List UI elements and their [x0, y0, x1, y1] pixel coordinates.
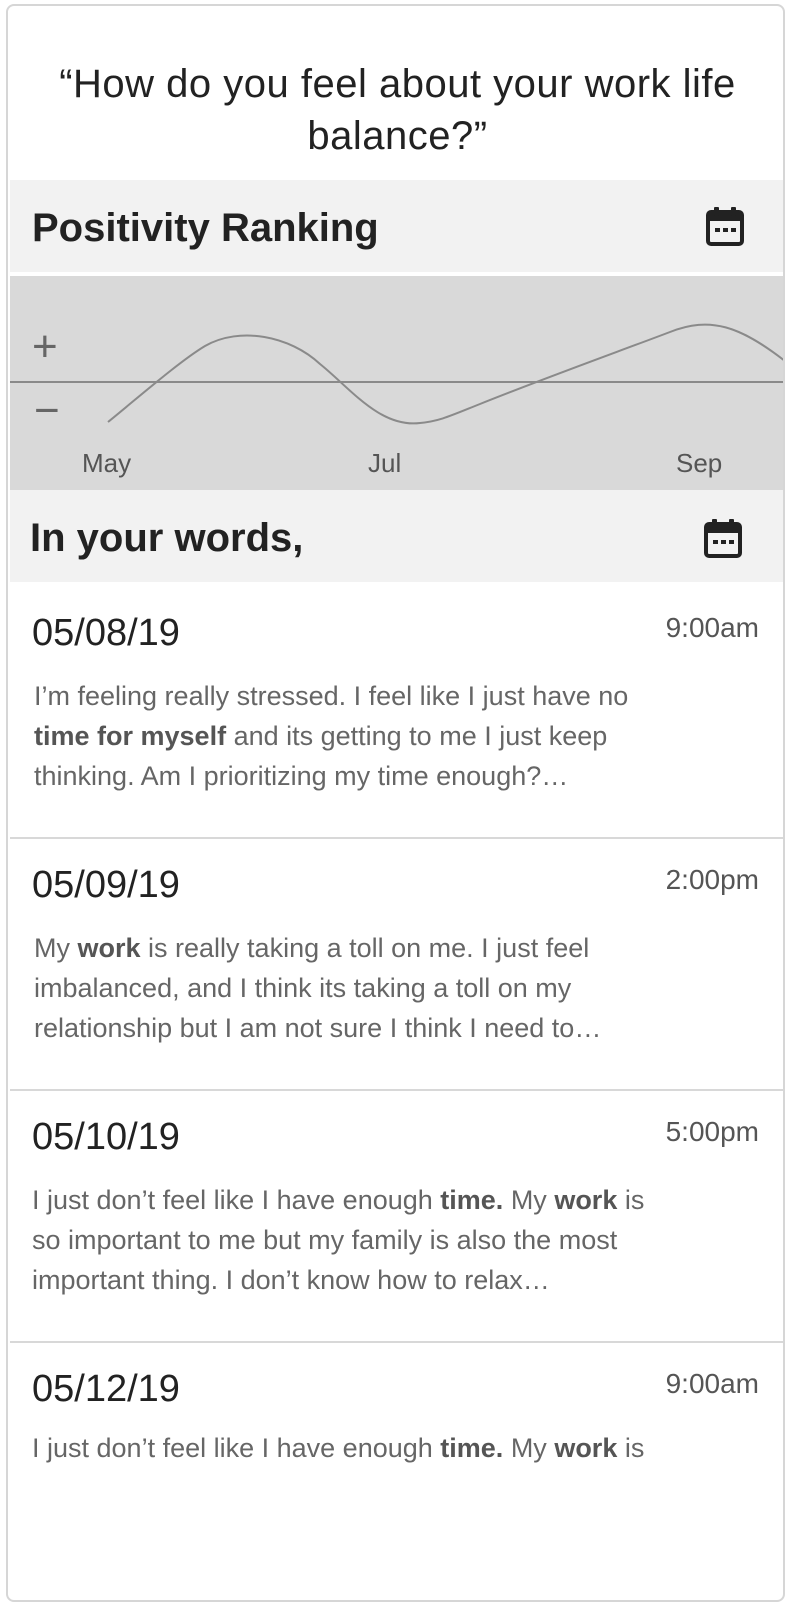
excerpt-text: I just don’t feel like I have enough [32, 1433, 441, 1463]
highlighted-keyword: work [77, 933, 141, 963]
positive-indicator: + [32, 322, 58, 371]
entry-excerpt: I just don’t feel like I have enough tim… [32, 1428, 672, 1468]
words-title: In your words, [30, 516, 304, 560]
entry-time: 9:00am [665, 612, 759, 643]
excerpt-text: I just don’t feel like I have enough [32, 1185, 441, 1215]
highlighted-keyword: time. [440, 1433, 504, 1463]
journal-entry[interactable]: 05/09/19 2:00pm My work is really taking… [10, 834, 783, 1091]
entry-time: 9:00am [665, 1368, 759, 1399]
entry-date: 05/09/19 [32, 864, 180, 906]
entry-date: 05/08/19 [32, 612, 180, 654]
entry-excerpt: I’m feeling really stressed. I feel like… [34, 676, 674, 796]
journal-entry[interactable]: 05/10/19 5:00pm I just don’t feel like I… [10, 1086, 783, 1343]
words-header: In your words, [10, 490, 783, 582]
highlighted-keyword: work [554, 1433, 618, 1463]
excerpt-text: I’m feeling really stressed. I feel like… [34, 681, 629, 711]
entry-time: 2:00pm [665, 864, 759, 895]
excerpt-text: My [503, 1185, 555, 1215]
highlighted-keyword: work [554, 1185, 618, 1215]
entry-time: 5:00pm [665, 1116, 759, 1147]
highlighted-keyword: time. [440, 1185, 504, 1215]
entry-date: 05/10/19 [32, 1116, 180, 1158]
month-label-sep: Sep [676, 448, 723, 478]
excerpt-text: My [503, 1433, 555, 1463]
entry-excerpt: I just don’t feel like I have enough tim… [32, 1180, 672, 1300]
journal-entry[interactable]: 05/12/19 9:00am I just don’t feel like I… [10, 1338, 783, 1595]
positivity-chart: + − May Jul Sep [10, 276, 783, 498]
calendar-icon[interactable] [706, 206, 744, 246]
app-frame: “How do you feel about your work life ba… [6, 4, 785, 1602]
entry-excerpt: My work is really taking a toll on me. I… [34, 928, 674, 1048]
journal-entry[interactable]: 05/08/19 9:00am I’m feeling really stres… [10, 582, 783, 839]
month-label-jul: Jul [368, 448, 402, 478]
excerpt-text: My [34, 933, 78, 963]
positivity-title: Positivity Ranking [32, 206, 379, 250]
positivity-header: Positivity Ranking [10, 180, 783, 272]
highlighted-keyword: time for myself [34, 721, 227, 751]
excerpt-text: is [617, 1433, 645, 1463]
negative-indicator: − [34, 386, 60, 435]
month-label-may: May [82, 448, 132, 478]
calendar-icon[interactable] [704, 518, 742, 558]
entry-date: 05/12/19 [32, 1368, 180, 1410]
question-prompt: “How do you feel about your work life ba… [59, 62, 736, 158]
